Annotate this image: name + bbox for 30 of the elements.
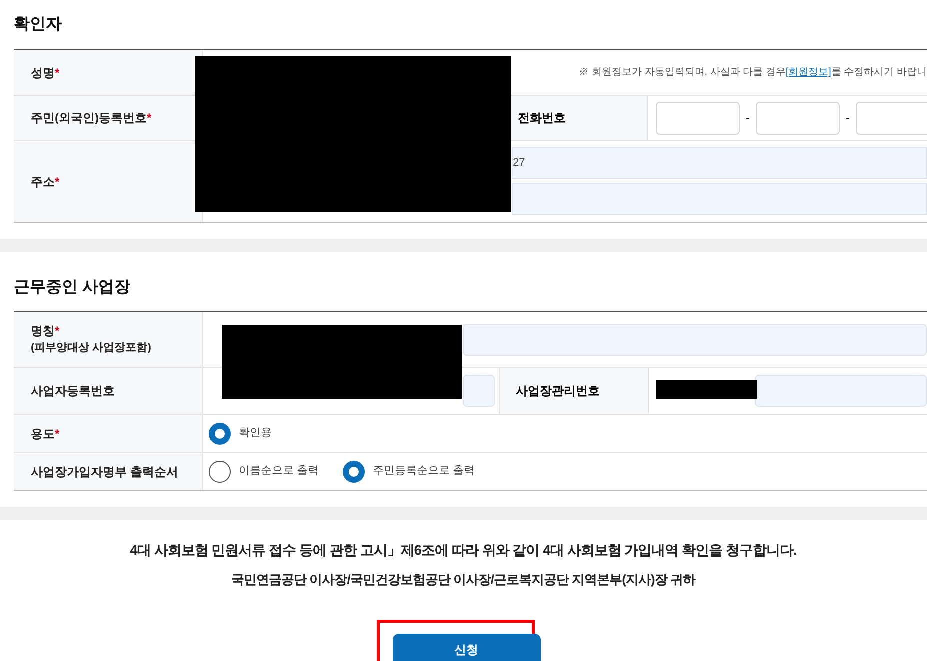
- phone-field[interactable]: [756, 102, 840, 134]
- member-info-link[interactable]: [회원정보]: [786, 67, 832, 78]
- radio-option[interactable]: 확인용: [209, 422, 272, 444]
- addressee-text: 국민연금공단 이사장/국민건강보험공단 이사장/근로복지공단 지역본부(지사)장 귀하: [232, 571, 696, 589]
- phone-field[interactable]: [856, 102, 927, 134]
- field-label: 사업장관리번호: [516, 383, 600, 400]
- submit-button[interactable]: 신청: [392, 634, 540, 661]
- field-label: 성명*: [31, 64, 61, 82]
- dash-separator: -: [846, 110, 850, 127]
- dash-separator: -: [746, 110, 750, 127]
- field-label: 전화번호: [518, 110, 566, 127]
- field-label: 명칭*: [31, 323, 61, 340]
- field-label: 용도*: [31, 426, 61, 442]
- workplace-name-field[interactable]: [463, 324, 927, 356]
- notice-text: ※ 회원정보가 자동입력되며, 사실과 다를 경우[회원정보]를 수정하시기 바랍니: [579, 66, 927, 80]
- field-label: 사업자등록번호: [31, 383, 116, 400]
- address-detail-field[interactable]: [512, 183, 927, 215]
- section-title: 확인자: [14, 16, 62, 33]
- notice-text: 4대 사회보험 민원서류 접수 등에 관한 고시」제6조에 따라 위와 같이 4대 사회보험 가입내역 확인을 청구합니다.: [130, 541, 797, 560]
- field-label: 주소*: [31, 174, 61, 190]
- section-title: 근무중인 사업장: [14, 279, 130, 296]
- field-label: 주민(외국인)등록번호*: [31, 110, 153, 127]
- management-number-field[interactable]: [755, 375, 927, 407]
- business-number-field[interactable]: [463, 375, 495, 407]
- phone-field[interactable]: [656, 102, 740, 134]
- address-field[interactable]: 27: [512, 147, 927, 179]
- field-sublabel: (피부양대상 사업장포함): [31, 341, 152, 356]
- radio-option[interactable]: 이름순으로 출력: [209, 460, 320, 482]
- radio-option[interactable]: 주민등록순으로 출력: [343, 460, 476, 482]
- field-label: 사업장가입자명부 출력순서: [31, 464, 180, 480]
